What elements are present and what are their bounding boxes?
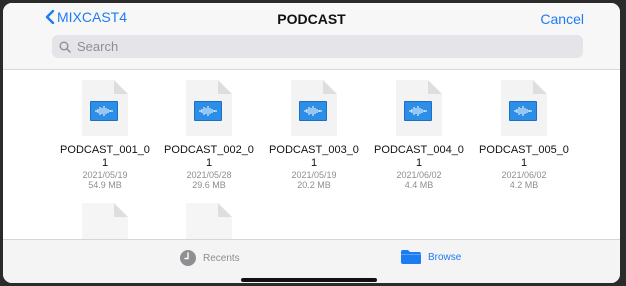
file-size: 4.2 MB <box>509 180 539 190</box>
file-date: 2021/05/28 <box>186 170 232 180</box>
file-date: 2021/06/02 <box>396 170 442 180</box>
file-name: PODCAST_004_0 1 <box>374 144 464 169</box>
tab-bar: Recents Browse <box>3 239 620 283</box>
tab-browse-label: Browse <box>428 251 462 263</box>
search-bar[interactable] <box>52 35 583 58</box>
file-name: PODCAST_003_0 1 <box>269 144 359 169</box>
file-size: 29.6 MB <box>192 180 226 190</box>
cancel-button[interactable]: Cancel <box>540 11 584 27</box>
tab-browse[interactable]: Browse <box>400 249 461 265</box>
audio-file-icon <box>82 80 128 136</box>
file-item-partial[interactable] <box>186 203 232 240</box>
tab-recents[interactable]: Recents <box>179 249 240 267</box>
file-item[interactable]: PODCAST_002_0 1 2021/05/28 29.6 MB <box>157 80 261 190</box>
file-size: 4.4 MB <box>404 180 434 190</box>
file-name: PODCAST_001_0 1 <box>60 144 150 169</box>
file-picker-window: MIXCAST4 PODCAST Cancel PODCAST_001_01 2… <box>3 3 620 283</box>
audio-file-icon <box>291 80 337 136</box>
file-date: 2021/05/19 <box>291 170 337 180</box>
file-grid: PODCAST_001_0 1 2021/05/19 54.9 MB PODCAS… <box>3 70 620 240</box>
file-name: PODCAST_002_0 1 <box>164 144 254 169</box>
file-item[interactable]: PODCAST_003_0 1 2021/05/19 20.2 MB <box>262 80 366 190</box>
tab-recents-label: Recents <box>203 252 240 264</box>
file-name: PODCAST_005_0 1 <box>479 144 569 169</box>
file-size: 20.2 MB <box>297 180 331 190</box>
page-title: PODCAST <box>277 11 346 27</box>
home-indicator[interactable] <box>241 278 377 282</box>
file-date: 2021/05/19 <box>82 170 128 180</box>
file-item[interactable]: PODCAST_001_0 1 2021/05/19 54.9 MB <box>53 80 157 190</box>
audio-file-icon <box>501 80 547 136</box>
search-icon <box>59 41 71 53</box>
folder-icon <box>400 249 422 265</box>
audio-file-icon <box>186 80 232 136</box>
file-date: 2021/06/02 <box>501 170 547 180</box>
file-item[interactable]: PODCAST_004_0 1 2021/06/02 4.4 MB <box>367 80 471 190</box>
audio-file-icon <box>396 80 442 136</box>
clock-icon <box>179 249 197 267</box>
file-size: 54.9 MB <box>88 180 122 190</box>
search-input[interactable] <box>75 38 559 55</box>
file-item-partial[interactable] <box>82 203 128 240</box>
file-item[interactable]: PODCAST_005_0 1 2021/06/02 4.2 MB <box>472 80 576 190</box>
navigation-header: MIXCAST4 PODCAST Cancel <box>3 3 620 70</box>
